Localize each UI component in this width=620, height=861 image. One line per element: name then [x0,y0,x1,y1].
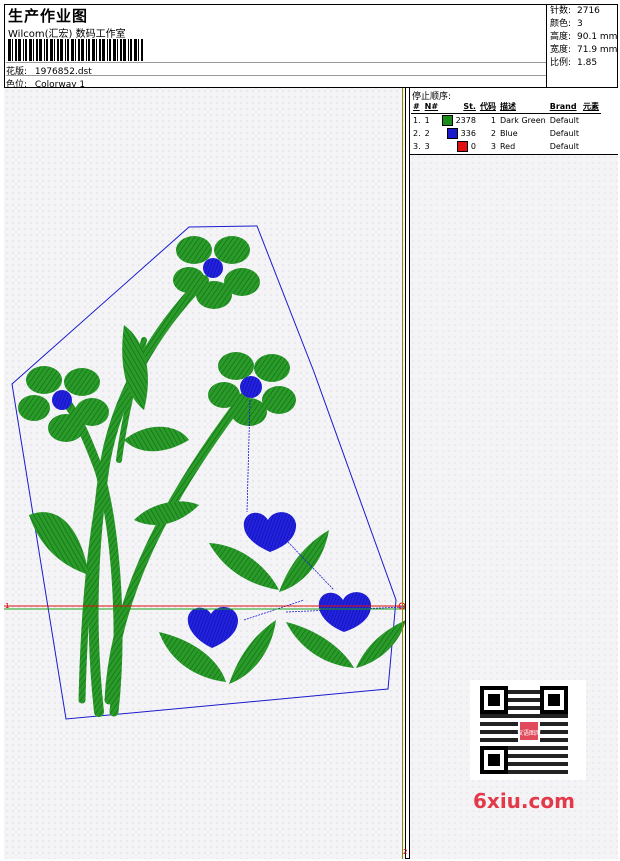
stat-height: 高度: 90.1 mm [550,32,618,42]
page-title: 生产作业图 [8,7,89,25]
flower-top-center [203,258,223,278]
header: 生产作业图 Wilcom(汇宏) 数码工作室 花版: 1976852.dst 色… [4,4,618,90]
col-description: 描述 [497,100,548,114]
table-row[interactable]: 3. 3 0 3 Red Default [411,140,601,153]
stat-stitches: 针数: 2716 [550,6,600,16]
col-number: N# [422,100,441,114]
bottom-marker: 2 [403,848,408,856]
design-canvas[interactable]: 1 [4,88,406,859]
hearts [187,512,372,648]
heart-3 [318,592,372,632]
col-code: 代码 [477,100,498,114]
design-stats: 针数: 2716 颜色: 3 高度: 90.1 mm 宽度: 71.9 mm 比例: 1.… [548,4,618,88]
site-logo: 6xiu.com [473,789,575,813]
table-row[interactable]: 2. 2 336 2 Blue Default [411,127,601,140]
flower-right-center [240,376,262,398]
col-stitches: St. [440,100,478,114]
col-index: # [411,100,423,114]
col-brand: Brand [547,100,581,114]
color-swatch-red [457,141,469,152]
color-swatch-green [442,115,454,126]
heart-1 [243,512,297,552]
barcode-icon [8,39,143,61]
panel-divider-olive [402,88,403,859]
stat-width: 宽度: 71.9 mm [550,45,618,55]
stop-sequence-table: # N# St. 代码 描述 Brand 元素 1. 1 2378 1 Dark… [411,100,601,153]
stop-sequence-header: 停止顺序: # N# St. 代码 描述 Brand 元素 1. 1 2378 [410,88,618,155]
stems [59,275,254,717]
table-row[interactable]: 1. 1 2378 1 Dark Green Default [411,114,601,128]
stat-colors: 颜色: 3 [550,19,583,29]
qr-center-label: 汉语图库 [517,729,541,737]
left-marker: 1 [5,602,10,610]
flower-left-center [52,390,72,410]
studio-name: Wilcom(汇宏) 数码工作室 [8,29,126,40]
header-info: 生产作业图 Wilcom(汇宏) 数码工作室 花版: 1976852.dst 色… [4,4,547,90]
qr-code-icon: 汉语图库 [470,680,586,780]
embroidery-design [4,225,406,720]
stat-scale: 比例: 1.85 [550,58,598,68]
heart-2 [187,607,238,648]
col-elements: 元素 [580,100,601,114]
table-header-row: # N# St. 代码 描述 Brand 元素 [411,100,601,114]
panel-divider-black [405,88,406,859]
color-swatch-blue [447,128,459,139]
